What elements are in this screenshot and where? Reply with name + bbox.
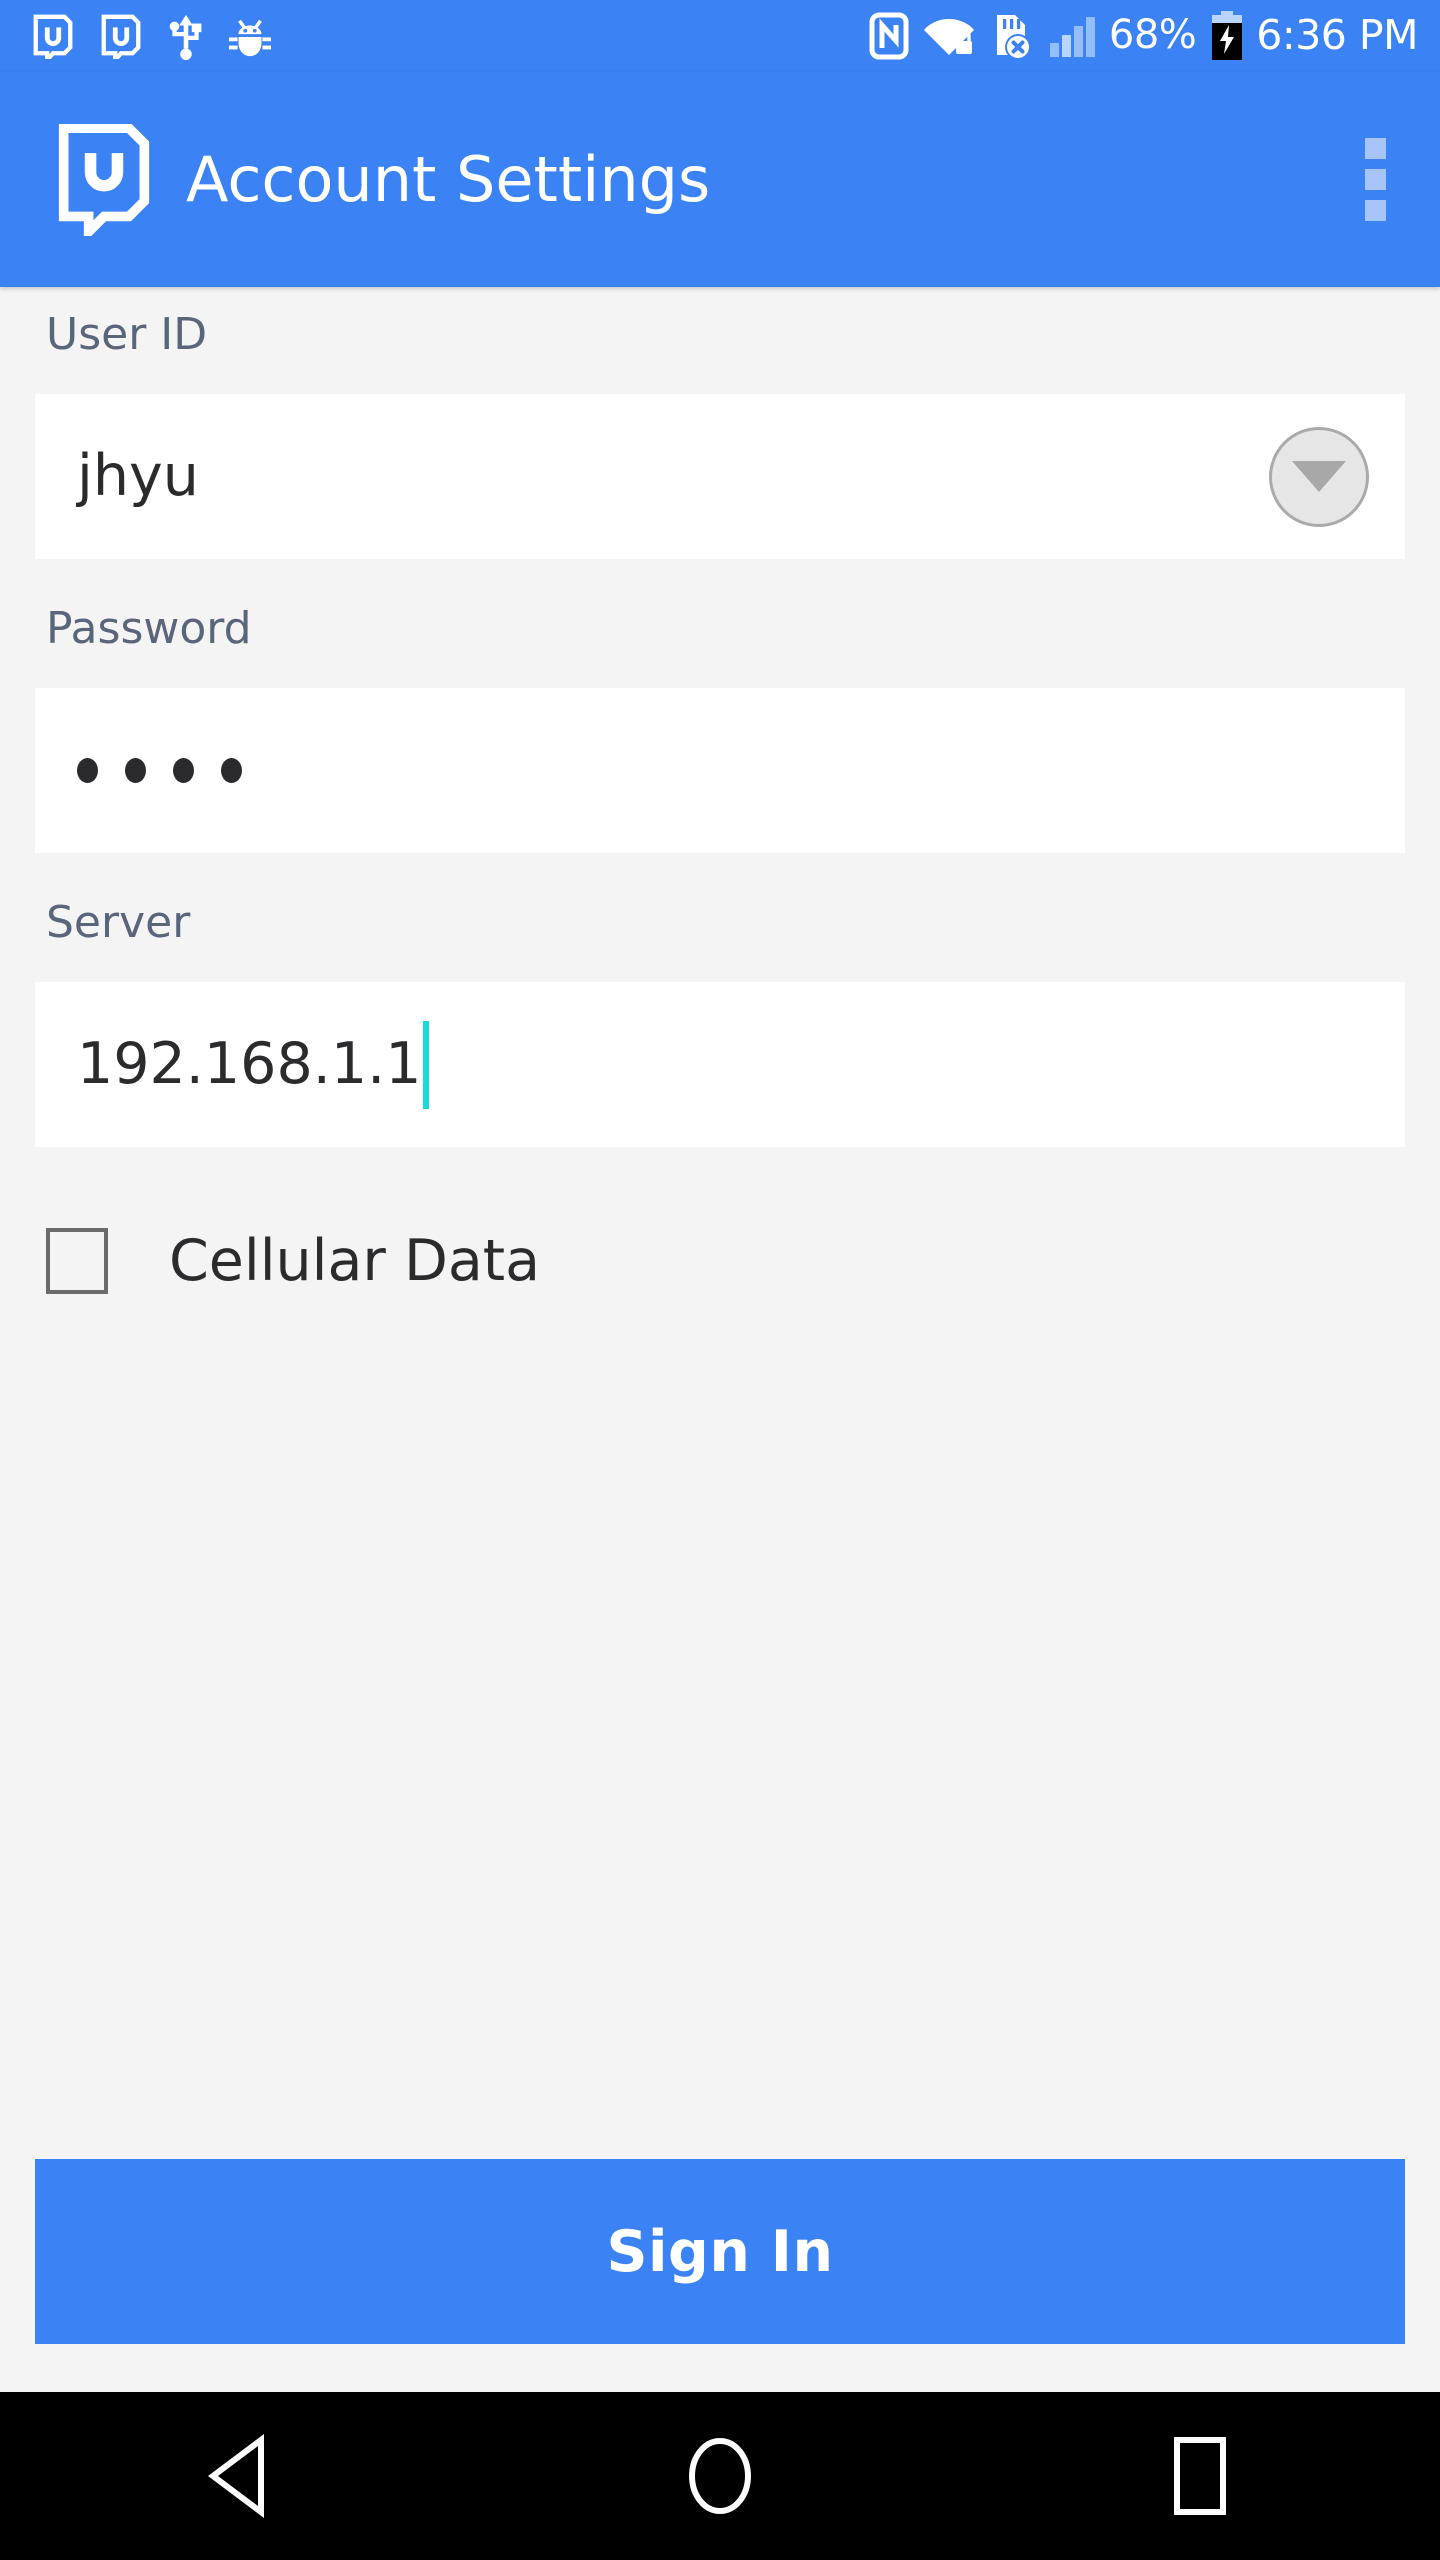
cellular-signal-icon	[1049, 17, 1095, 57]
overflow-dot-2	[1364, 169, 1386, 190]
server-field[interactable]: 192.168.1.1	[35, 982, 1405, 1147]
phone-screen: 68% 6:36 PM Account Settings User ID jhy…	[0, 0, 1440, 2560]
spacer-srv	[35, 945, 1405, 982]
status-bar-notification-icons	[30, 12, 272, 60]
usb-icon	[169, 14, 202, 60]
password-label: Password	[46, 603, 252, 654]
server-value: 192.168.1.1	[77, 1031, 422, 1097]
password-dot	[77, 758, 98, 783]
chevron-down-icon	[1292, 461, 1346, 492]
password-dot	[173, 758, 194, 783]
nav-home-button[interactable]	[630, 2392, 810, 2560]
cellular-data-checkbox[interactable]	[46, 1228, 108, 1294]
content-filler	[35, 1294, 1405, 2159]
password-masked-value	[77, 758, 242, 783]
app-notification-icon-1	[33, 14, 73, 59]
status-bar-clock: 6:36 PM	[1256, 10, 1418, 59]
spacer-c	[35, 1147, 1405, 1228]
spacer-bottom	[35, 2344, 1405, 2392]
text-cursor	[423, 1020, 430, 1109]
password-dot	[221, 758, 242, 783]
battery-charging-icon	[1212, 11, 1243, 60]
page-title: Account Settings	[186, 142, 711, 216]
recents-square-icon	[1174, 2437, 1226, 2515]
nav-recents-button[interactable]	[1110, 2392, 1290, 2560]
wifi-locked-icon	[923, 19, 974, 55]
status-bar-system-icons: 68% 6:36 PM	[869, 11, 1418, 61]
debug-bug-icon	[228, 19, 272, 57]
app-bar: Account Settings	[0, 72, 1440, 287]
battery-percentage: 68%	[1108, 12, 1197, 58]
cellular-data-row[interactable]: Cellular Data	[35, 1228, 1405, 1294]
android-navigation-bar	[0, 2392, 1440, 2560]
overflow-dot-3	[1364, 200, 1386, 221]
user-id-dropdown-button[interactable]	[1269, 426, 1369, 527]
user-id-label: User ID	[46, 309, 208, 360]
user-id-value: jhyu	[77, 443, 199, 509]
spacer-b	[35, 853, 1405, 901]
spacer-a	[35, 559, 1405, 607]
user-id-field[interactable]: jhyu	[35, 394, 1405, 559]
server-label: Server	[46, 897, 191, 948]
spacer-top	[35, 287, 1405, 313]
sign-in-button[interactable]: Sign In	[35, 2159, 1405, 2344]
password-field[interactable]	[35, 688, 1405, 853]
home-circle-icon	[689, 2438, 751, 2514]
password-dot	[125, 758, 146, 783]
spacer-userid	[35, 357, 1405, 394]
overflow-dot-1	[1364, 138, 1386, 159]
overflow-menu-button[interactable]	[1344, 125, 1406, 235]
app-notification-icon-2	[101, 14, 141, 59]
sd-card-error-icon	[996, 15, 1031, 60]
account-settings-form: User ID jhyu Password Server 192.168.1.1	[0, 287, 1440, 2392]
unicon-app-logo	[58, 123, 150, 236]
nfc-icon	[869, 12, 909, 60]
nav-back-button[interactable]	[150, 2392, 330, 2560]
back-triangle-icon	[208, 2434, 264, 2518]
cellular-data-label: Cellular Data	[169, 1227, 541, 1294]
status-bar: 68% 6:36 PM	[0, 0, 1440, 72]
spacer-pw	[35, 651, 1405, 688]
